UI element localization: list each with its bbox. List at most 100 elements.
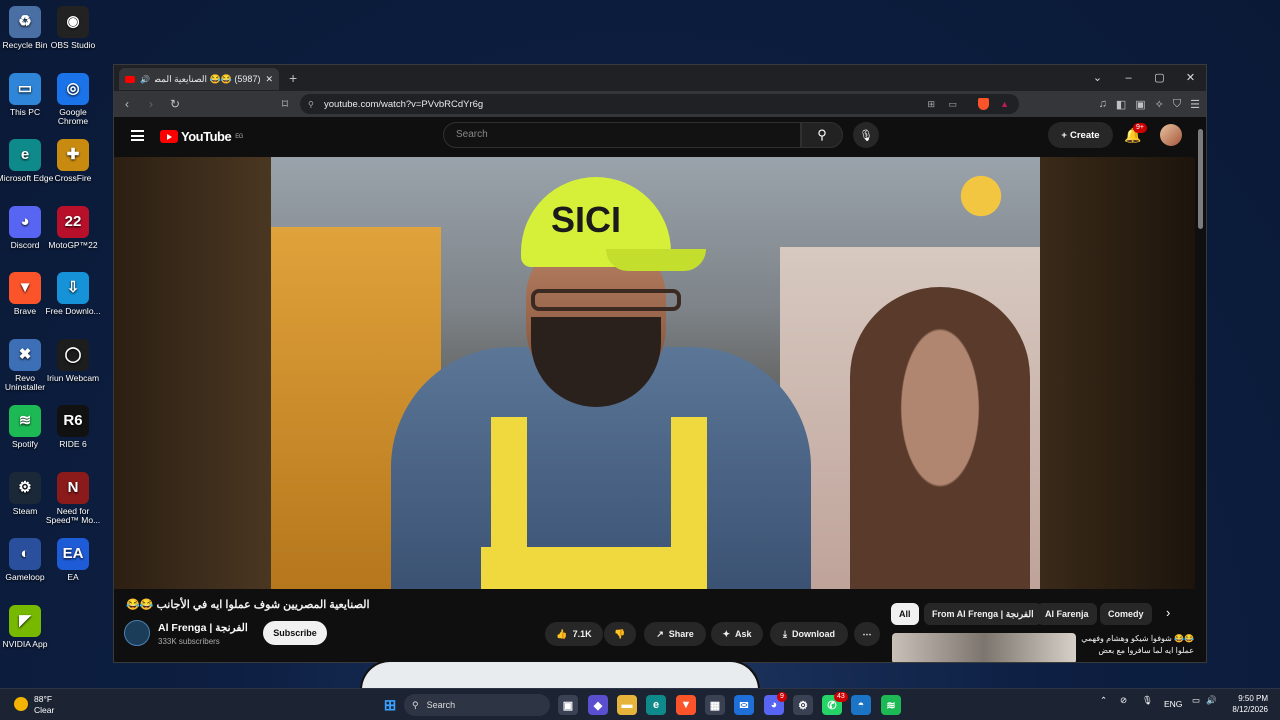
account-avatar[interactable]	[1160, 124, 1182, 146]
translate-icon[interactable]: ⊞	[927, 99, 935, 110]
brave-rewards-icon[interactable]: ▲	[1000, 99, 1009, 109]
more-actions-button[interactable]: ⋯	[854, 622, 880, 646]
speaker-icon[interactable]: 🔊	[140, 75, 150, 84]
download-button[interactable]: ⤓ Download	[770, 622, 848, 646]
dislike-button[interactable]: 👎	[604, 622, 636, 646]
desktop-icon-label: RIDE 6	[59, 439, 87, 449]
discord-badge: 9	[777, 692, 787, 702]
chip-from-channel[interactable]: From Al Frenga | الفرنجة	[924, 603, 1042, 625]
desktop-icon[interactable]: ◉ OBS Studio	[44, 6, 102, 51]
notification-badge: 9+	[1133, 123, 1147, 133]
network-off-icon[interactable]: ⊘	[1120, 695, 1127, 706]
copilot-icon[interactable]: ◆	[588, 695, 608, 715]
weather-widget[interactable]: 88°F Clear	[14, 694, 54, 715]
channel-name[interactable]: Al Frenga | الفرنجة	[158, 622, 248, 634]
hamburger-menu-icon[interactable]	[131, 130, 144, 141]
volume-icon[interactable]: 🔊	[1206, 695, 1217, 706]
desktop-icon-label: MotoGP™22	[48, 239, 98, 250]
weather-temp: 88°F	[34, 694, 53, 704]
app-icon: ▼	[9, 272, 41, 304]
like-button[interactable]: 👍 7.1K	[545, 622, 603, 646]
site-info-icon[interactable]: ⚲	[308, 100, 314, 109]
tab-search-button[interactable]: ⌄	[1082, 65, 1113, 91]
tray-overflow-icon[interactable]: ⌃	[1100, 695, 1107, 706]
browser-tab[interactable]: 🔊 (5987) 😂😂 الصنايعية المصر ✕	[119, 68, 279, 90]
close-button[interactable]: ✕	[1175, 65, 1206, 91]
extensions-icon[interactable]: ✧	[1155, 98, 1164, 111]
taskbar: 88°F Clear ⊞ ⚲ Search ▣ ◆ ▬ e ▼ ▦ ✉ ◕ 9 …	[0, 688, 1280, 720]
language-indicator[interactable]: ENG	[1164, 699, 1182, 709]
desktop-icon[interactable]: ◤ NVIDIA App	[0, 604, 54, 650]
new-tab-button[interactable]: +	[289, 70, 297, 86]
vpn-icon[interactable]: ⛉	[1173, 98, 1181, 111]
chip-al-farenja[interactable]: Al Farenja	[1037, 603, 1097, 625]
cast-icon[interactable]: ▭	[948, 99, 957, 110]
chip-comedy[interactable]: Comedy	[1100, 603, 1152, 625]
desktop-icon[interactable]: ⇩ Free Downlo...	[44, 272, 102, 317]
video-info: 😂😂 الصنايعية المصريين شوف عملوا ايه في ا…	[114, 589, 1197, 662]
video-title: 😂😂 الصنايعية المصريين شوف عملوا ايه في ا…	[126, 599, 370, 611]
desktop-icon-label: EA	[67, 572, 79, 582]
window-controls: ⌄ – ▢ ✕	[1082, 65, 1206, 91]
youtube-logo[interactable]: YouTube EG	[160, 129, 243, 144]
wallet-icon[interactable]: ▣	[1135, 98, 1145, 111]
brave-taskbar-icon[interactable]: ▼	[676, 695, 696, 715]
mail-icon[interactable]: ✉	[734, 695, 754, 715]
suggested-thumbnail[interactable]	[892, 633, 1076, 662]
task-view-icon[interactable]: ▣	[558, 695, 578, 715]
app-icon: ◤	[9, 604, 41, 637]
share-button[interactable]: ↗ Share	[644, 622, 706, 646]
create-button[interactable]: + Create	[1048, 122, 1113, 148]
start-button[interactable]: ⊞	[380, 695, 400, 715]
forward-arrow-icon[interactable]: ›	[144, 97, 158, 111]
voice-search-button[interactable]: 🎙	[853, 122, 879, 148]
chips-next-icon[interactable]: ›	[1166, 605, 1170, 620]
settings-taskbar-icon[interactable]: ⚙	[793, 695, 813, 715]
taskbar-search[interactable]: ⚲ Search	[404, 694, 550, 716]
tab-close-icon[interactable]: ✕	[265, 74, 273, 85]
app-icon: ▭	[9, 72, 41, 105]
steam-taskbar-icon[interactable]: ◓	[851, 695, 871, 715]
desktop-icon[interactable]: EA EA	[44, 538, 102, 583]
search-input[interactable]: Search	[443, 122, 801, 148]
menu-icon[interactable]: ☰	[1190, 98, 1200, 111]
desktop-icon[interactable]: ◎ Google Chrome	[44, 72, 102, 128]
desktop-icon[interactable]: N Need for Speed™ Mo...	[44, 471, 102, 527]
search-button[interactable]: ⚲	[801, 122, 843, 148]
bookmark-icon[interactable]: ⌑	[278, 97, 292, 111]
back-arrow-icon[interactable]: ‹	[120, 97, 134, 111]
store-icon[interactable]: ▦	[705, 695, 725, 715]
desktop-icon[interactable]: R6 RIDE 6	[44, 405, 102, 450]
suggested-title[interactable]: 😂😂 شوفوا شيكو وهشام وفهمي عملوا ايه لما …	[1080, 633, 1194, 657]
address-bar-row: ‹ › ↻ ⌑ ⚲ youtube.com/watch?v=PVvbRCdYr6…	[114, 91, 1206, 117]
display-icon[interactable]: ▭	[1192, 695, 1200, 706]
search-icon: ⚲	[817, 127, 827, 142]
download-label: Download	[791, 629, 835, 639]
chip-all[interactable]: All	[891, 603, 919, 625]
sidebar-icon[interactable]: ◧	[1116, 98, 1126, 111]
reload-icon[interactable]: ↻	[168, 97, 182, 111]
channel-watermark-logo	[938, 171, 1024, 221]
page-scrollbar[interactable]	[1195, 117, 1206, 662]
channel-avatar[interactable]	[124, 620, 150, 646]
desktop-icon[interactable]: 22 MotoGP™22	[44, 205, 102, 251]
video-player[interactable]: SICI	[114, 157, 1197, 589]
desktop-icon[interactable]: ✚ CrossFire	[44, 139, 102, 184]
media-icon[interactable]: ♫	[1099, 98, 1107, 111]
desktop-icon[interactable]: ◯ Iriun Webcam	[44, 338, 102, 384]
minimize-button[interactable]: –	[1113, 65, 1144, 91]
subscribe-button[interactable]: Subscribe	[263, 621, 327, 645]
edge-taskbar-icon[interactable]: e	[646, 695, 666, 715]
app-icon: ⇩	[57, 272, 89, 304]
thumbs-down-icon: 👎	[614, 628, 626, 639]
desktop-icon-label: Need for Speed™ Mo...	[45, 505, 101, 526]
spotify-taskbar-icon[interactable]: ≋	[881, 695, 901, 715]
url-field[interactable]: ⚲ youtube.com/watch?v=PVvbRCdYr6g ⊞ ▭ ▲	[300, 94, 1019, 114]
file-explorer-icon[interactable]: ▬	[617, 695, 637, 715]
mic-tray-icon[interactable]: 🎙	[1142, 695, 1153, 706]
ask-button[interactable]: ✦ Ask	[711, 622, 763, 646]
brave-shield-icon[interactable]	[978, 98, 989, 110]
maximize-button[interactable]: ▢	[1144, 65, 1175, 91]
clock[interactable]: 9:50 PM 8/12/2026	[1220, 694, 1268, 716]
clock-date: 8/12/2026	[1232, 704, 1268, 714]
